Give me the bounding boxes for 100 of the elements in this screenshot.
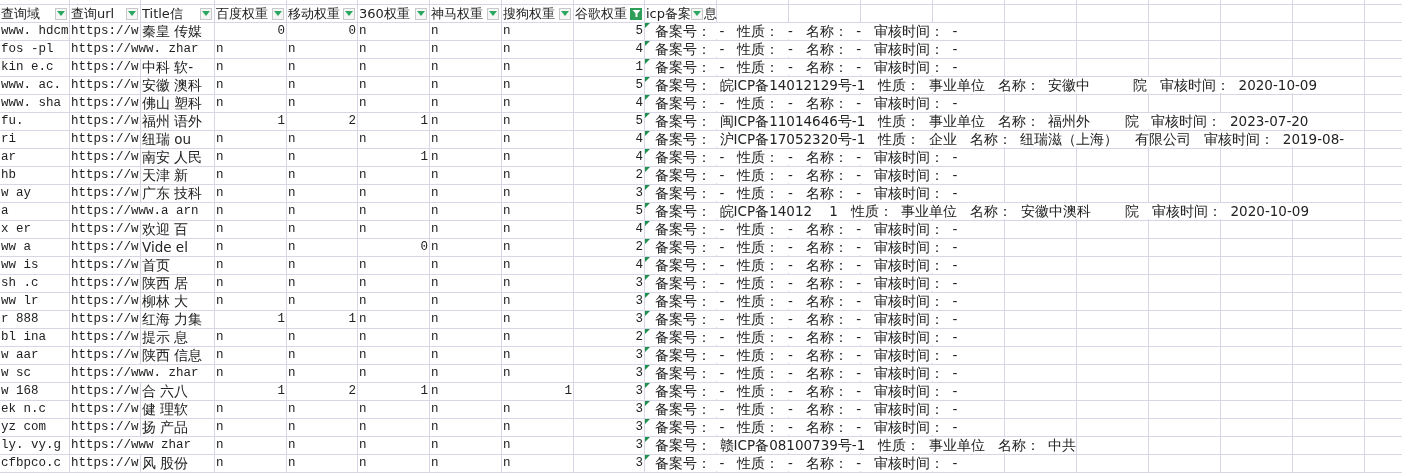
table-cell: n [287, 167, 358, 185]
table-cell: n [502, 257, 574, 275]
table-cell: n [502, 401, 574, 419]
column-header: icp备案 [646, 5, 691, 22]
table-cell: n [358, 293, 430, 311]
caret-icon [417, 11, 425, 16]
table-cell: n [430, 221, 502, 239]
table-cell: 健 理软 [141, 401, 215, 419]
table-cell: n [430, 383, 502, 401]
table-cell: n [287, 329, 358, 347]
table-cell: n [215, 257, 287, 275]
table-cell: 欢迎 百 [141, 221, 215, 239]
filter-button[interactable] [487, 7, 499, 20]
table-cell: https://w [70, 23, 141, 41]
table-cell: n [502, 365, 574, 383]
table-cell: x er [0, 221, 70, 239]
table-cell: https://w [70, 383, 141, 401]
table-cell: 2 [574, 329, 645, 347]
table-cell: https://www zhar [70, 437, 215, 455]
table-cell: https://w [70, 257, 141, 275]
table-cell: n [502, 95, 574, 113]
table-cell: n [358, 203, 430, 221]
filter-button[interactable] [343, 7, 355, 20]
table-cell: 1 [574, 59, 645, 77]
table-cell: https://www. zhar [70, 365, 215, 383]
table-cell: n [287, 221, 358, 239]
table-cell: n [215, 347, 287, 365]
table-cell: sh .c [0, 275, 70, 293]
table-cell: https://www. zhar [70, 41, 215, 59]
table-cell: 3 [574, 293, 645, 311]
filter-button[interactable] [200, 7, 212, 20]
table-cell: n [287, 257, 358, 275]
table-cell: 提示 息 [141, 329, 215, 347]
table-cell: https://w [70, 131, 141, 149]
table-cell: 3 [574, 347, 645, 365]
table-cell: n [287, 41, 358, 59]
table-cell: n [502, 149, 574, 167]
table-cell: n [430, 77, 502, 95]
table-cell: 陕西 居 [141, 275, 215, 293]
table-cell: ww a [0, 239, 70, 257]
table-cell: 2 [574, 167, 645, 185]
table-cell: n [215, 401, 287, 419]
table-cell: https://w [70, 167, 141, 185]
table-cell: fu. [0, 113, 70, 131]
column-header: 谷歌权重 [575, 5, 627, 22]
table-cell: 2 [574, 239, 645, 257]
table-cell: 1 [287, 311, 358, 329]
table-cell: n [430, 167, 502, 185]
table-cell: n [215, 293, 287, 311]
table-cell: n [430, 365, 502, 383]
table-cell: 合 六八 [141, 383, 215, 401]
table-cell: n [215, 275, 287, 293]
caret-icon [202, 11, 210, 16]
table-cell: ri [0, 131, 70, 149]
table-cell: https://w [70, 113, 141, 131]
column-header: 查询域 [1, 5, 40, 22]
table-cell: n [502, 59, 574, 77]
table-cell: n [358, 41, 430, 59]
table-cell: 安徽 澳科 [141, 77, 215, 95]
table-cell: a [0, 203, 70, 221]
table-cell: https://w [70, 95, 141, 113]
table-cell: 3 [574, 455, 645, 473]
table-cell: https://w [70, 185, 141, 203]
column-header: 息 [704, 5, 717, 22]
table-cell: n [502, 347, 574, 365]
table-cell: 陕西 信息 [141, 347, 215, 365]
table-cell: fos -pl [0, 41, 70, 59]
table-cell: n [502, 167, 574, 185]
table-cell: n [215, 437, 287, 455]
table-cell: n [287, 419, 358, 437]
filter-active-button[interactable] [630, 7, 642, 20]
table-cell: 1 [215, 113, 287, 131]
table-cell: n [502, 221, 574, 239]
table-cell: n [287, 437, 358, 455]
table-cell: 3 [574, 437, 645, 455]
filter-button[interactable] [272, 7, 284, 20]
filter-button[interactable] [559, 7, 571, 20]
table-cell: kin e.c [0, 59, 70, 77]
filter-button[interactable] [126, 7, 138, 20]
table-cell: r 888 [0, 311, 70, 329]
table-cell: 3 [574, 275, 645, 293]
table-cell: n [358, 167, 430, 185]
table-cell: n [430, 185, 502, 203]
table-cell: 纽瑞 ou [141, 131, 215, 149]
filter-button[interactable] [691, 7, 703, 20]
table-cell: n [502, 113, 574, 131]
table-cell: n [358, 77, 430, 95]
table-cell: n [358, 329, 430, 347]
table-cell: n [502, 239, 574, 257]
table-cell: bl ina [0, 329, 70, 347]
table-cell: n [502, 455, 574, 473]
filter-button[interactable] [415, 7, 427, 20]
table-cell: n [430, 347, 502, 365]
table-cell: n [358, 419, 430, 437]
table-cell: n [502, 77, 574, 95]
table-cell: https://w [70, 59, 141, 77]
table-cell: 4 [574, 95, 645, 113]
table-cell: n [430, 95, 502, 113]
filter-button[interactable] [55, 7, 67, 20]
caret-icon [57, 11, 65, 16]
